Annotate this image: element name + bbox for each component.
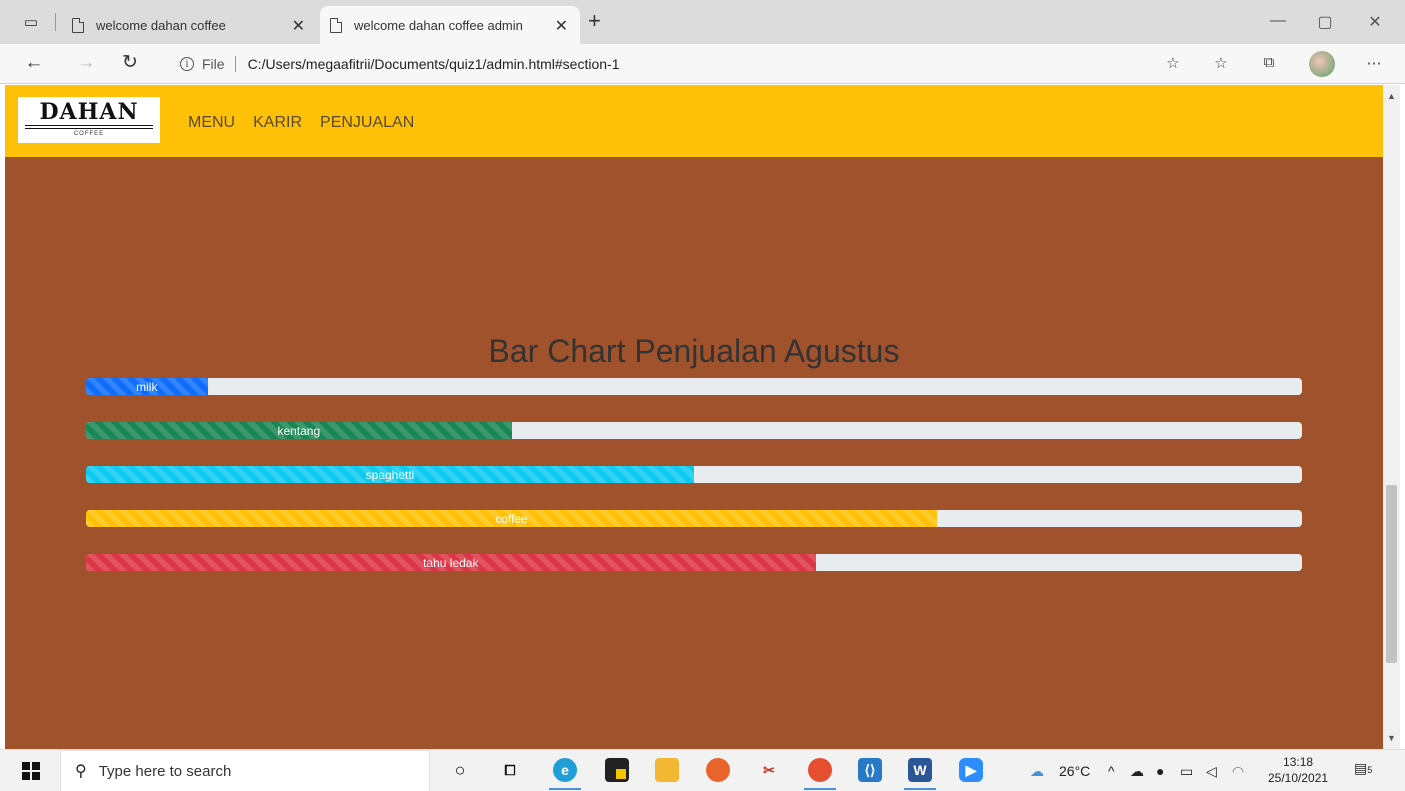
wifi-icon[interactable]: ◠ [1232, 763, 1244, 780]
add-favorite-icon[interactable]: ☆ [1162, 54, 1184, 72]
bar-milk: milk [86, 378, 208, 395]
tab-actions-icon[interactable]: ▭ [22, 13, 40, 31]
page-scrollbar[interactable]: ▲ ▼ [1383, 85, 1400, 749]
taskbar-clock[interactable]: 13:18 25/10/2021 [1268, 754, 1328, 786]
more-options-icon[interactable]: ⋯ [1363, 54, 1385, 72]
file-explorer-icon[interactable] [655, 758, 679, 782]
bar-track: spaghetti [86, 466, 1302, 483]
sticky-notes-icon[interactable] [605, 758, 629, 782]
notification-count: 5 [1367, 765, 1373, 775]
notification-center-icon[interactable]: ▤5 [1354, 760, 1374, 780]
word-icon[interactable]: W [904, 758, 936, 790]
weather-icon[interactable]: ☁ [1030, 763, 1044, 780]
bar-label: milk [136, 379, 158, 394]
battery-icon[interactable]: ▭ [1180, 763, 1193, 780]
show-hidden-icons-icon[interactable]: ^ [1108, 763, 1115, 779]
url-divider [234, 56, 236, 72]
bar-label: coffee [495, 511, 528, 526]
bar-track: tahu ledak [86, 554, 1302, 571]
forward-icon[interactable]: → [74, 52, 98, 74]
info-icon[interactable]: i [180, 57, 194, 71]
clock-time: 13:18 [1283, 755, 1314, 769]
tab-welcome-dahan-coffee[interactable]: welcome dahan coffee ✕ [62, 6, 317, 44]
favorites-icon[interactable]: ☆ [1210, 54, 1232, 72]
refresh-icon[interactable]: ↻ [118, 52, 142, 74]
browser-address-bar: ← → ↻ i File C:/Users/megaafitrii/Docume… [0, 44, 1405, 84]
tab-title: welcome dahan coffee [96, 17, 226, 33]
page-icon [330, 17, 342, 33]
back-icon[interactable]: ← [22, 52, 46, 74]
close-tab-icon[interactable]: ✕ [292, 16, 305, 36]
tab-divider [55, 13, 56, 31]
search-icon: ⚲ [75, 763, 87, 780]
close-tab-icon[interactable]: ✕ [555, 16, 568, 36]
scroll-down-icon[interactable]: ▼ [1387, 733, 1396, 743]
search-placeholder: Type here to search [98, 762, 232, 780]
minimize-icon[interactable]: — [1268, 12, 1288, 30]
scroll-up-icon[interactable]: ▲ [1387, 91, 1396, 101]
scheme-label: File [202, 56, 225, 72]
onedrive-icon[interactable]: ☁ [1130, 763, 1144, 780]
tab-welcome-dahan-coffee-admin[interactable]: welcome dahan coffee admin ✕ [320, 6, 580, 44]
bar-tahu-ledak: tahu ledak [86, 554, 816, 571]
snipping-tool-icon[interactable]: ✂ [757, 758, 781, 782]
bar-label: kentang [277, 423, 321, 438]
bar-kentang: kentang [86, 422, 512, 439]
address-field[interactable]: i File C:/Users/megaafitrii/Documents/qu… [168, 50, 1198, 78]
firefox-icon[interactable] [706, 758, 730, 782]
bar-label: tahu ledak [423, 555, 479, 570]
bar-chart: milk kentang spaghetti coffee tahu ledak [5, 85, 1383, 749]
page-viewport: DAHAN COFFEE MENU KARIR PENJUALAN Bar Ch… [5, 85, 1383, 749]
cortana-icon[interactable]: ○ [448, 758, 472, 782]
chrome-icon[interactable] [804, 758, 836, 790]
bar-track: milk [86, 378, 1302, 395]
microphone-icon[interactable]: ● [1156, 763, 1164, 779]
bar-label: spaghetti [365, 467, 415, 482]
weather-temp[interactable]: 26°C [1059, 763, 1090, 779]
maximize-icon[interactable]: ▢ [1315, 12, 1335, 32]
volume-icon[interactable]: ◁ [1206, 763, 1217, 780]
bar-track: coffee [86, 510, 1302, 527]
vscode-icon[interactable]: ⟨⟩ [858, 758, 882, 782]
windows-start-icon[interactable] [22, 762, 40, 780]
taskbar-search[interactable]: ⚲ Type here to search [60, 750, 430, 791]
bar-spaghetti: spaghetti [86, 466, 694, 483]
browser-tab-bar: ▭ welcome dahan coffee ✕ welcome dahan c… [0, 0, 1405, 44]
zoom-icon[interactable]: ▶ [959, 758, 983, 782]
windows-taskbar: ⚲ Type here to search ○ ⧠ e ✂ ⟨⟩ W ▶ ☁ 2… [0, 749, 1405, 791]
bar-track: kentang [86, 422, 1302, 439]
close-window-icon[interactable]: ✕ [1365, 12, 1385, 32]
clock-date: 25/10/2021 [1268, 771, 1329, 785]
tab-title: welcome dahan coffee admin [354, 17, 523, 33]
task-view-icon[interactable]: ⧠ [498, 758, 522, 782]
screen: ▭ welcome dahan coffee ✕ welcome dahan c… [0, 0, 1405, 791]
new-tab-icon[interactable]: + [588, 10, 601, 32]
edge-icon[interactable]: e [549, 758, 581, 790]
collections-icon[interactable]: ⧉ [1258, 54, 1280, 71]
profile-avatar[interactable] [1309, 51, 1335, 77]
scroll-thumb[interactable] [1386, 485, 1397, 663]
bar-coffee: coffee [86, 510, 938, 527]
url-text: C:/Users/megaafitrii/Documents/quiz1/adm… [247, 56, 620, 72]
page-icon [72, 17, 84, 33]
